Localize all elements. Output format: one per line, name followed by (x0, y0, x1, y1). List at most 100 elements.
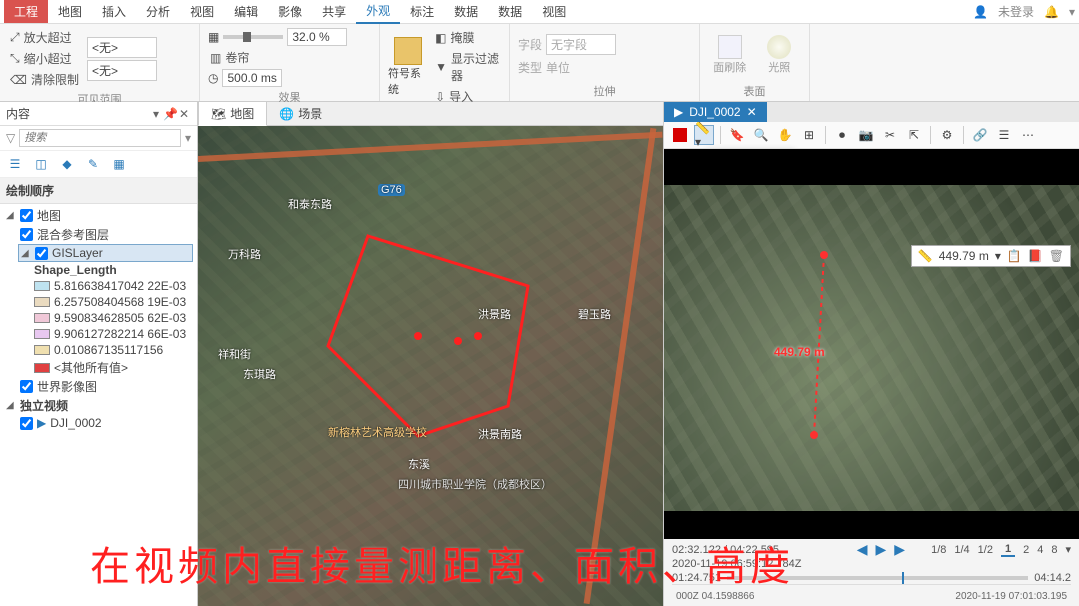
speed-8[interactable]: 8 (1051, 544, 1057, 556)
play-button[interactable]: ▶ (876, 541, 887, 558)
bell-icon[interactable]: 🔔 (1044, 5, 1059, 19)
map-visibility-checkbox[interactable] (20, 209, 33, 222)
link-button[interactable]: 🔗 (970, 125, 990, 145)
filter-icon[interactable]: ▽ (6, 131, 15, 145)
menu-insert[interactable]: 插入 (92, 0, 136, 23)
face-cull-button[interactable]: 面刷除 (708, 35, 752, 75)
menu-appearance[interactable]: 外观 (356, 0, 400, 24)
search-options-icon[interactable]: ▾ (185, 131, 191, 145)
lighting-button[interactable]: 光照 (758, 35, 802, 75)
tree-other-values[interactable]: <其他所有值> (32, 358, 193, 377)
menu-project[interactable]: 工程 (4, 0, 48, 23)
zoom-out-beyond-button[interactable]: ⤡缩小超过 (8, 49, 81, 68)
transparency-slider[interactable] (223, 35, 283, 39)
map-label: 洪景南路 (478, 426, 522, 442)
list-by-source-icon[interactable]: ◫ (32, 155, 50, 173)
menu-data[interactable]: 数据 (444, 0, 488, 23)
menu-map[interactable]: 地图 (48, 0, 92, 23)
chevron-down-icon[interactable]: ▾ (1069, 5, 1075, 19)
imagery-visibility-checkbox[interactable] (20, 380, 33, 393)
menu-labeling[interactable]: 标注 (400, 0, 444, 23)
speed-4[interactable]: 4 (1037, 544, 1043, 556)
menu-imagery[interactable]: 影像 (268, 0, 312, 23)
video-frame[interactable]: 449.79 m 📏 449.79 m ▾ 📋 📕 🗑 (664, 185, 1079, 511)
crop-button[interactable]: ✂ (880, 125, 900, 145)
dd-min-scale[interactable]: <无> (87, 60, 157, 81)
menu-share[interactable]: 共享 (312, 0, 356, 23)
trash-icon[interactable]: 🗑 (1049, 249, 1064, 263)
ref-visibility-checkbox[interactable] (20, 228, 33, 241)
video-tab[interactable]: ▶DJI_0002✕ (664, 102, 767, 122)
tree-map-root[interactable]: ◢地图 (4, 206, 193, 225)
dd-max-scale[interactable]: <无> (87, 37, 157, 58)
mask-button[interactable]: ◧掩膜 (433, 28, 501, 47)
tree-ref-layer[interactable]: 混合参考图层 (18, 225, 193, 244)
record-button[interactable]: ⏺ (832, 125, 852, 145)
panel-close-icon[interactable]: ✕ (177, 107, 191, 121)
menu-analysis[interactable]: 分析 (136, 0, 180, 23)
book-icon[interactable]: 📕 (1028, 249, 1043, 263)
symbology-button[interactable]: 符号系统 (388, 37, 427, 97)
clear-limits-button[interactable]: ⌫清除限制 (8, 70, 81, 89)
tree-world-imagery[interactable]: 世界影像图 (18, 377, 193, 396)
zoom-tool-button[interactable]: 🔍 (751, 125, 771, 145)
step-fwd-button[interactable]: ▶ (894, 541, 905, 558)
tree-value-2[interactable]: 9.590834628505 62E-03 (32, 310, 193, 326)
gis-visibility-checkbox[interactable] (35, 247, 48, 260)
list-by-selection-icon[interactable]: ◆ (58, 155, 76, 173)
tree-video-item[interactable]: ▶DJI_0002 (18, 415, 193, 431)
settings-button[interactable]: ⚙ (937, 125, 957, 145)
user-area[interactable]: 👤 未登录 🔔 ▾ (973, 3, 1075, 20)
display-filter-button[interactable]: ▼显示过滤器 (433, 49, 501, 85)
sun-icon (767, 35, 791, 59)
speed-2[interactable]: 2 (1023, 544, 1029, 556)
swatch-icon (34, 363, 50, 373)
tree-indep-video[interactable]: ◢独立视频 (4, 396, 193, 415)
measurement-result-box: 📏 449.79 m ▾ 📋 📕 🗑 (911, 245, 1071, 267)
swipe-button[interactable]: ▥卷帘 (208, 48, 347, 67)
full-extent-button[interactable]: ⊞ (799, 125, 819, 145)
speed-14[interactable]: 1/4 (954, 544, 969, 556)
tab-map[interactable]: 🗺地图 (198, 101, 267, 126)
menu-view[interactable]: 视图 (180, 0, 224, 23)
transparency-value[interactable]: 32.0 % (287, 28, 347, 46)
list-by-snapping-icon[interactable]: ▦ (110, 155, 128, 173)
tree-value-0[interactable]: 5.816638417042 22E-03 (32, 278, 193, 294)
ribbon: ⤢放大超过 ⤡缩小超过 ⌫清除限制 <无> <无> 可见范围 ▦ 32.0 % … (0, 24, 1079, 102)
copy-icon[interactable]: 📋 (1007, 249, 1022, 263)
swatch-icon (34, 281, 50, 291)
map-label: 东琪路 (243, 366, 276, 382)
tab-scene[interactable]: 🌐场景 (267, 102, 334, 125)
export-button[interactable]: ⇱ (904, 125, 924, 145)
search-input[interactable] (19, 129, 181, 147)
pan-tool-button[interactable]: ✋ (775, 125, 795, 145)
layers-button[interactable]: ☰ (994, 125, 1014, 145)
tree-value-4[interactable]: 0.010867135117156 (32, 342, 193, 358)
menu-view2[interactable]: 视图 (532, 0, 576, 23)
snapshot-button[interactable]: 📷 (856, 125, 876, 145)
speed-12[interactable]: 1/2 (978, 544, 993, 556)
tree-gis-layer[interactable]: ◢GISLayer (18, 244, 193, 262)
tree-value-1[interactable]: 6.257508404568 19E-03 (32, 294, 193, 310)
zoom-out-icon: ⤡ (10, 51, 20, 66)
color-picker-button[interactable] (670, 125, 690, 145)
bookmark-button[interactable]: 🔖 (727, 125, 747, 145)
tab-close-icon[interactable]: ✕ (747, 105, 757, 119)
options-button[interactable]: ⋯ (1018, 125, 1038, 145)
speed-1[interactable]: 1 (1001, 543, 1015, 557)
menu-data2[interactable]: 数据 (488, 0, 532, 23)
video-visibility-checkbox[interactable] (20, 417, 33, 430)
panel-menu-icon[interactable]: ▾ (149, 107, 163, 121)
chevron-down-icon[interactable]: ▾ (995, 249, 1001, 263)
panel-pin-icon[interactable]: 📌 (163, 107, 177, 121)
tree-value-3[interactable]: 9.906127282214 66E-03 (32, 326, 193, 342)
menu-edit[interactable]: 编辑 (224, 0, 268, 23)
speed-dd-icon[interactable]: ▾ (1065, 543, 1071, 556)
list-by-editing-icon[interactable]: ✎ (84, 155, 102, 173)
step-back-button[interactable]: ◀ (857, 541, 868, 558)
list-by-drawing-icon[interactable]: ☰ (6, 155, 24, 173)
speed-18[interactable]: 1/8 (931, 544, 946, 556)
measure-button[interactable]: 📏▾ (694, 125, 714, 145)
flicker-value[interactable]: 500.0 ms (222, 69, 282, 87)
zoom-in-beyond-button[interactable]: ⤢放大超过 (8, 28, 81, 47)
